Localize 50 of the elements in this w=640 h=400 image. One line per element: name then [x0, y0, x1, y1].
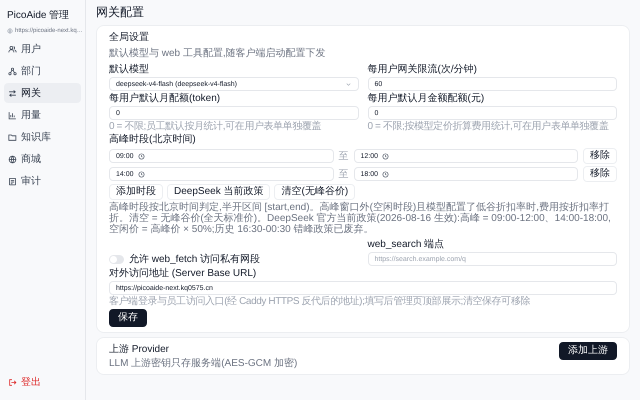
toggle-label: 允许 web_fetch 访问私有网段 — [129, 252, 260, 266]
arrows-icon — [8, 88, 17, 98]
toggle-switch[interactable] — [109, 254, 124, 264]
sidebar-item[interactable]: 网关 — [4, 83, 81, 103]
sidebar-item[interactable]: 商城 — [4, 149, 81, 169]
field-label: 每用户默认月配额(token) — [109, 93, 222, 105]
clock-icon — [382, 152, 390, 160]
preset-button[interactable]: 添加时段 — [109, 184, 163, 200]
network-icon — [8, 66, 17, 76]
logout-icon — [8, 378, 17, 386]
chevron-down-icon — [344, 80, 352, 88]
add-provider-button[interactable]: 添加上游 — [559, 342, 617, 360]
clock-icon — [382, 170, 390, 178]
save-button[interactable]: 保存 — [109, 309, 147, 327]
field-label: 高峰时段(北京时间) — [109, 134, 197, 146]
range-separator: 至 — [338, 168, 348, 181]
sidebar-item[interactable]: 知识库 — [4, 127, 81, 147]
peak-note: 高峰时段按北京时间判定,半开区间 [start,end)。高峰窗口外(空闲时段)且模型配置了低谷折扣率时,费用按折扣率打折。清空 = 无峰谷价(全天标准价)。DeepSeek 官方当前政策(2026-08-16 生效):高峰 = 09:00-12:00、14:00-18:00,空闲价 = 高峰价 × 50%;历史 16:30-00:30 错峰政策已废弃。 — [109, 202, 612, 235]
card-subtitle: 默认模型与 web 工具配置,随客户端启动配置下发 — [109, 46, 327, 60]
globe-icon — [7, 28, 13, 34]
card-subtitle: LLM 上游密钥只存服务端(AES-GCM 加密) — [109, 356, 298, 370]
sidebar-item[interactable]: 用量 — [4, 105, 81, 125]
card-title: 全局设置 — [109, 30, 150, 44]
page-title: 网关配置 — [96, 4, 145, 21]
bar-chart-icon — [8, 110, 17, 120]
logout-link[interactable]: 登出 — [4, 372, 81, 392]
card-title: 上游 Provider — [109, 342, 170, 356]
globe-icon — [8, 154, 17, 164]
hint-text: 0 = 不限;按模型定价折算费用统计,可在用户表单单独覆盖 — [368, 121, 610, 132]
users-icon — [8, 44, 17, 54]
remove-button[interactable]: 移除 — [583, 148, 617, 164]
field-label: 每用户默认月金额配额(元) — [368, 93, 486, 105]
hint-text: 0 = 不限;员工默认按月统计,可在用户表单单独覆盖 — [109, 121, 322, 132]
field-label: 每用户网关限流(次/分钟) — [368, 64, 478, 76]
field-label: 默认模型 — [109, 64, 150, 76]
sidebar-item[interactable]: 用户 — [4, 39, 81, 59]
range-separator: 至 — [338, 150, 348, 163]
sidebar-item[interactable]: 审计 — [4, 171, 81, 191]
folder-icon — [8, 132, 17, 142]
clock-icon — [138, 152, 145, 160]
field-label: 对外访问地址 (Server Base URL) — [109, 268, 258, 280]
field-label: web_search 端点 — [368, 239, 446, 251]
preset-button[interactable]: DeepSeek 当前政策 — [167, 184, 270, 200]
clock-icon — [138, 170, 145, 178]
app-title: PicoAide 管理 — [6, 9, 70, 22]
sidebar-item[interactable]: 部门 — [4, 61, 81, 81]
hint-text: 客户端登录与员工访问入口(经 Caddy HTTPS 反代后的地址);填写后管理页顶部展示;清空保存可移除 — [109, 296, 532, 307]
remove-button[interactable]: 移除 — [583, 166, 617, 182]
clipboard-icon — [8, 176, 17, 186]
preset-button[interactable]: 清空(无峰谷价) — [274, 184, 356, 200]
